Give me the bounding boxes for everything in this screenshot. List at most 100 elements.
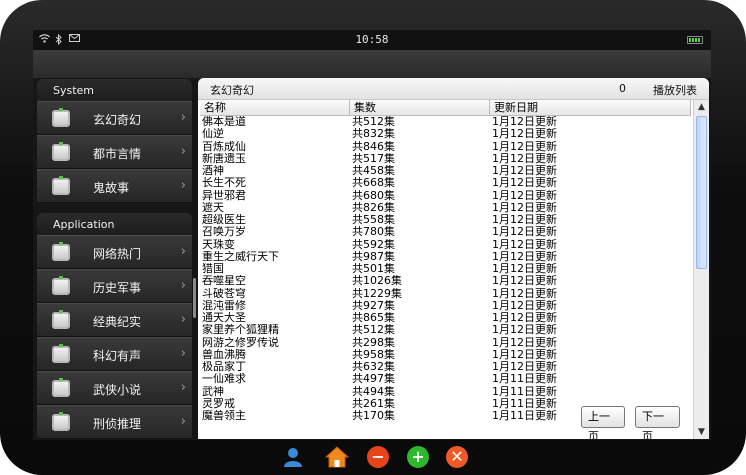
table-row[interactable]: 新唐遗玉 共517集 1月12日更新: [200, 153, 691, 165]
sidebar-item[interactable]: 经典纪实 ›: [37, 303, 192, 337]
table-row[interactable]: 混沌雷修 共927集 1月12日更新: [200, 300, 691, 312]
cell-episodes: 共846集: [352, 140, 395, 153]
tablet-frame: 10:58 System 玄幻奇幻 › 都市言情 › 鬼故事 › Application …: [0, 0, 746, 475]
table-row[interactable]: 超级医生 共558集 1月12日更新: [200, 214, 691, 226]
table-row[interactable]: 异世邪君 共680集 1月12日更新: [200, 190, 691, 202]
sidebar-item-label: 鬼故事: [93, 181, 130, 195]
table-row[interactable]: 遮天 共826集 1月12日更新: [200, 202, 691, 214]
cell-updated: 1月12日更新: [492, 299, 557, 312]
cell-episodes: 共865集: [352, 312, 395, 324]
table-row[interactable]: 吞噬星空 共1026集 1月12日更新: [200, 275, 691, 287]
sidebar-item[interactable]: 刑侦推理 ›: [37, 405, 192, 439]
chevron-right-icon: ›: [180, 244, 186, 259]
cell-updated: 1月12日更新: [492, 324, 557, 337]
sidebar-item[interactable]: 都市言情 ›: [37, 135, 192, 169]
cell-episodes: 共298集: [352, 336, 395, 349]
cell-episodes: 共1026集: [352, 275, 402, 288]
cell-episodes: 共501集: [352, 263, 395, 275]
table-row[interactable]: 天珠变 共592集 1月12日更新: [200, 239, 691, 251]
cell-updated: 1月12日更新: [492, 226, 557, 239]
sidebar-item-label: 玄幻奇幻: [93, 113, 142, 127]
cell-name: 仙逆: [202, 128, 224, 141]
table-row[interactable]: 酒神 共458集 1月12日更新: [200, 165, 691, 177]
cell-updated: 1月12日更新: [492, 312, 557, 324]
cell-updated: 1月11日更新: [492, 373, 557, 386]
sidebar-item[interactable]: 鬼故事 ›: [37, 169, 192, 203]
sidebar-item[interactable]: 网络热门 ›: [37, 235, 192, 269]
table-row[interactable]: 猎国 共501集 1月12日更新: [200, 263, 691, 275]
sidebar-item[interactable]: 玄幻奇幻 ›: [37, 101, 192, 135]
table-row[interactable]: 网游之修罗传说 共298集 1月12日更新: [200, 337, 691, 349]
cell-name: 极品家丁: [202, 361, 246, 373]
screen: 10:58 System 玄幻奇幻 › 都市言情 › 鬼故事 › Application …: [33, 30, 711, 440]
cell-episodes: 共780集: [352, 226, 395, 239]
table-row[interactable]: 召唤万岁 共780集 1月12日更新: [200, 226, 691, 238]
prev-page-button[interactable]: 上一页: [581, 406, 625, 439]
cell-name: 武神: [202, 385, 224, 398]
sidebar-scroll-indicator[interactable]: [193, 278, 196, 318]
cell-episodes: 共261集: [352, 397, 395, 410]
sidebar-item[interactable]: 科幻有声 ›: [37, 337, 192, 371]
table-row[interactable]: 通天大圣 共865集 1月12日更新: [200, 312, 691, 324]
home-icon[interactable]: [324, 446, 350, 468]
panel-header: 玄幻奇幻 0 播放列表: [198, 78, 709, 100]
status-bar: 10:58: [33, 30, 711, 50]
app-icon: [52, 142, 70, 161]
minus-icon[interactable]: −: [367, 446, 389, 468]
cell-updated: 1月12日更新: [492, 336, 557, 349]
item-count: 0: [619, 82, 626, 95]
cell-name: 佛本是道: [202, 116, 246, 128]
user-icon[interactable]: [282, 446, 304, 468]
battery-icon: [687, 36, 703, 44]
sidebar-item-label: 科幻有声: [93, 349, 142, 363]
cell-episodes: 共458集: [352, 165, 395, 177]
table-row[interactable]: 极品家丁 共632集 1月12日更新: [200, 361, 691, 373]
chevron-right-icon: ›: [180, 110, 186, 125]
scroll-up-icon[interactable]: ▲: [694, 100, 709, 114]
app-icon: [52, 108, 70, 127]
cell-updated: 1月12日更新: [492, 165, 557, 177]
cell-updated: 1月11日更新: [492, 385, 557, 398]
playlist-button[interactable]: 播放列表: [653, 82, 697, 98]
table-body: 佛本是道 共512集 1月12日更新 仙逆 共832集 1月12日更新 百炼成仙 共846集 1…: [200, 116, 691, 422]
column-header-name[interactable]: 名称: [200, 100, 350, 115]
cell-updated: 1月12日更新: [492, 152, 557, 165]
table-row[interactable]: 斗破苍穹 共1229集 1月12日更新: [200, 288, 691, 300]
table-row[interactable]: 长生不死 共668集 1月12日更新: [200, 177, 691, 189]
vertical-scrollbar[interactable]: ▲ ▼: [693, 100, 709, 439]
table-row[interactable]: 佛本是道 共512集 1月12日更新: [200, 116, 691, 128]
table-row[interactable]: 重生之威行天下 共987集 1月12日更新: [200, 251, 691, 263]
table-row[interactable]: 百炼成仙 共846集 1月12日更新: [200, 141, 691, 153]
cell-name: 斗破苍穹: [202, 287, 246, 300]
close-icon[interactable]: ✕: [446, 446, 468, 468]
table-row[interactable]: 家里养个狐狸精 共512集 1月12日更新: [200, 324, 691, 336]
chevron-right-icon: ›: [180, 346, 186, 361]
cell-updated: 1月12日更新: [492, 287, 557, 300]
cell-episodes: 共632集: [352, 361, 395, 373]
cell-episodes: 共680集: [352, 189, 395, 202]
section-header-application: Application: [37, 213, 192, 235]
cell-name: 天珠变: [202, 238, 235, 251]
sidebar-item[interactable]: 武侠小说 ›: [37, 371, 192, 405]
table-row[interactable]: 仙逆 共832集 1月12日更新: [200, 128, 691, 140]
next-page-button[interactable]: 下一页: [635, 406, 680, 439]
cell-episodes: 共668集: [352, 177, 395, 190]
cell-name: 召唤万岁: [202, 226, 246, 239]
app-icon: [52, 344, 70, 363]
cell-episodes: 共558集: [352, 214, 395, 226]
sidebar-item[interactable]: 历史军事 ›: [37, 269, 192, 303]
table-row[interactable]: 兽血沸腾 共958集 1月12日更新: [200, 349, 691, 361]
scroll-thumb[interactable]: [696, 116, 707, 269]
sidebar-item-label: 网络热门: [93, 247, 142, 261]
add-icon[interactable]: +: [407, 446, 429, 468]
table-row[interactable]: 一仙难求 共497集 1月11日更新: [200, 373, 691, 385]
cell-episodes: 共987集: [352, 250, 395, 263]
episode-table: 名称 集数 更新日期 佛本是道 共512集 1月12日更新 仙逆 共832集 1月12日更…: [200, 100, 691, 439]
table-row[interactable]: 武神 共494集 1月11日更新: [200, 386, 691, 398]
column-header-updated[interactable]: 更新日期: [490, 100, 691, 115]
cell-name: 灵罗戒: [202, 397, 235, 410]
app-icon: [52, 176, 70, 195]
section-header-system: System: [37, 79, 192, 101]
column-header-episodes[interactable]: 集数: [350, 100, 490, 115]
scroll-down-icon[interactable]: ▼: [694, 425, 709, 439]
